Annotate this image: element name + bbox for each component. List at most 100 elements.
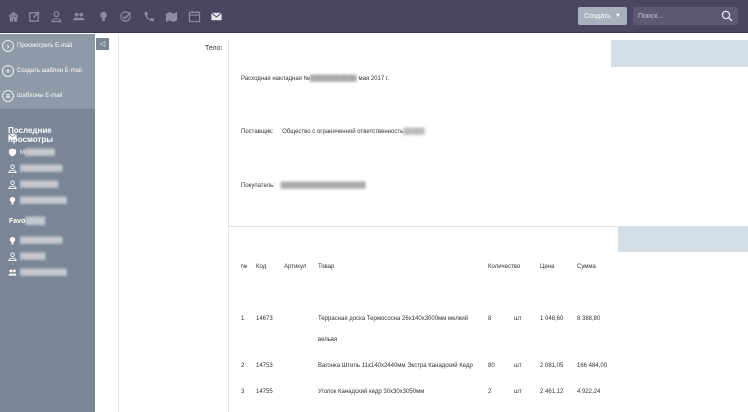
redacted-text: ████████████████████ (280, 183, 366, 189)
table-cell-qty: 80 (488, 363, 495, 369)
create-button-label: Создать (584, 12, 611, 20)
recent-item[interactable]: M ███████ (0, 145, 95, 161)
redacted-text: █████████ (20, 182, 59, 188)
users-icon[interactable] (71, 9, 85, 23)
users-icon (8, 269, 17, 276)
buyer-line: Покупатель: ████████████████████ (241, 183, 366, 189)
redacted-text: ███████████ (20, 198, 67, 204)
redacted-text: ██████ (20, 254, 46, 260)
column-header-product: Товар (318, 264, 335, 270)
table-cell-sum: 166 484,00 (577, 363, 608, 369)
table-cell-unit: шт (514, 389, 522, 395)
header-shade-block (611, 40, 748, 67)
table-cell-code: 14753 (256, 363, 273, 369)
favorites-heading: Favo████ (0, 209, 95, 233)
favorite-item[interactable]: ██████████ (0, 233, 95, 249)
mail-icon[interactable] (209, 9, 223, 23)
invoice-suffix: мая 2017 г. (358, 76, 389, 82)
redacted-text: ██████████ (20, 166, 63, 172)
search-input[interactable] (638, 12, 718, 20)
map-icon[interactable] (164, 9, 178, 23)
search-icon[interactable] (721, 10, 733, 22)
redacted-text: ██████████ (20, 238, 63, 244)
table-cell-sum: 8 388,80 (577, 316, 601, 322)
favorite-item[interactable]: ██████ (0, 249, 95, 265)
search-box (633, 7, 738, 25)
user-icon (8, 180, 17, 189)
chevron-down-icon: ▼ (614, 13, 621, 19)
redacted-text: █████ (403, 129, 425, 135)
column-header-quantity: Количество (488, 264, 521, 270)
table-cell-price: 2 461,12 (540, 389, 564, 395)
chevron-left-icon: ◁ (99, 41, 106, 48)
column-header-num: № (241, 264, 248, 270)
favorites-heading-label: Favo (9, 218, 26, 225)
user-icon (8, 252, 17, 261)
column-header-price: Цена (540, 264, 555, 270)
supplier-line: Поставщик: Общество с ограниченной ответ… (241, 129, 424, 135)
edit-icon[interactable] (27, 9, 41, 23)
body-field-label: Тело: (205, 45, 223, 52)
table-cell-qty: 2 (488, 389, 492, 395)
recent-item[interactable] (0, 129, 95, 145)
table-cell-product: Уголок Канадский кедр 30х30х3050мм (318, 389, 425, 395)
arrow-right-icon: › (2, 40, 14, 52)
table-cell-num: 2 (241, 363, 245, 369)
sidebar-action-label: Создать шаблон E-mail (17, 68, 82, 74)
redacted-text: ███████████ (310, 76, 357, 82)
table-cell-unit: шт (514, 316, 522, 322)
sidebar: › Просмотреть E-mail + Создать шаблон E-… (0, 34, 95, 412)
column-header-code: Код (256, 264, 267, 270)
recent-item[interactable]: ███████████ (0, 193, 95, 209)
table-cell-price: 2 081,05 (540, 363, 564, 369)
table-cell-product-line2: вельвя (318, 337, 338, 343)
invoice-title: Расходная накладная №███████████ мая 201… (241, 76, 389, 82)
buyer-label: Покупатель: (241, 183, 275, 189)
bulb-icon (9, 236, 16, 245)
table-cell-price: 1 048,60 (540, 316, 564, 322)
table-cell-product: Вагонка Штиль 11х140х2440мм Экстра Канад… (318, 363, 473, 369)
table-cell-code: 14673 (256, 316, 273, 322)
invoice-prefix: Расходная накладная № (241, 76, 311, 82)
table-cell-unit: шт (514, 363, 522, 369)
column-header-article: Артикул (284, 264, 307, 270)
table-cell-sum: 4 922,24 (577, 389, 601, 395)
email-body-preview: Расходная накладная №███████████ мая 201… (229, 40, 748, 412)
supplier-label: Поставщик: (241, 129, 274, 135)
shield-icon (8, 148, 17, 157)
sidebar-action-label: Просмотреть E-mail (17, 43, 73, 49)
create-button[interactable]: Создать ▼ (578, 7, 627, 25)
favorite-item[interactable]: ███████████ (0, 265, 95, 281)
collapse-sidebar-button[interactable]: ◁ (96, 38, 109, 50)
redacted-text: ███████████ (20, 270, 67, 276)
table-cell-code: 14755 (256, 389, 273, 395)
table-shade-block (618, 227, 748, 252)
bulb-icon (9, 196, 16, 205)
top-navigation-bar: Создать ▼ (0, 0, 748, 33)
redacted-text: ███████ (25, 150, 55, 156)
user-icon[interactable] (49, 9, 63, 23)
recent-item[interactable]: ██████████ (0, 161, 95, 177)
bulb-icon[interactable] (96, 9, 110, 23)
mail-icon (8, 133, 17, 140)
recent-item[interactable]: █████████ (0, 177, 95, 193)
supplier-value: Общество с ограниченной ответственность (282, 129, 404, 135)
table-cell-num: 3 (241, 389, 245, 395)
sidebar-action-label: Шаблоны E-mail (17, 93, 63, 99)
table-cell-product: Террасная доска Термососна 26х140х3000мм… (318, 316, 469, 322)
phone-icon[interactable] (141, 9, 155, 23)
table-cell-qty: 8 (488, 316, 492, 322)
list-icon: ≡ (2, 90, 14, 102)
user-icon (8, 164, 17, 173)
home-icon[interactable] (6, 9, 20, 23)
sidebar-action-email-templates[interactable]: ≡ Шаблоны E-mail (0, 84, 95, 109)
column-header-sum: Сумма (577, 264, 596, 270)
redacted-text: ████ (25, 218, 46, 225)
column-divider (118, 34, 119, 412)
sidebar-action-view-email[interactable]: › Просмотреть E-mail (0, 34, 95, 59)
check-icon[interactable] (118, 9, 132, 23)
plus-icon: + (2, 65, 14, 77)
table-cell-num: 1 (241, 316, 245, 322)
calendar-icon[interactable] (187, 9, 201, 23)
sidebar-action-create-template[interactable]: + Создать шаблон E-mail (0, 59, 95, 84)
